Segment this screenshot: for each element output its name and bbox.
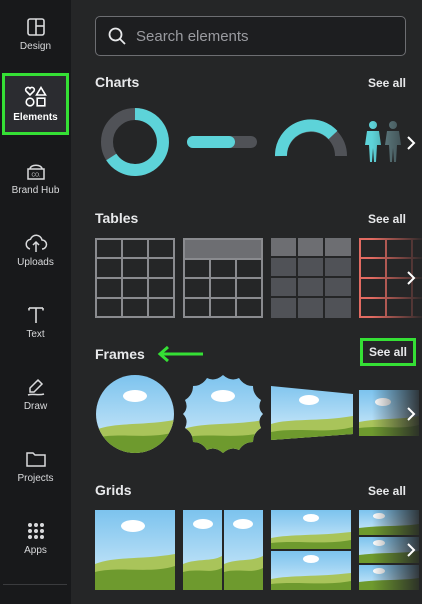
- sidebar-item-label: Apps: [24, 544, 47, 556]
- chevron-right-icon: [407, 271, 416, 285]
- chevron-right-icon: [407, 136, 416, 150]
- grid-two-row-thumbnail[interactable]: [271, 510, 351, 590]
- sidebar-item-elements[interactable]: Elements: [2, 73, 69, 135]
- cloud-upload-icon: [24, 233, 48, 253]
- search-icon: [108, 27, 126, 45]
- grid-two-column-thumbnail[interactable]: [183, 510, 263, 590]
- sidebar-item-draw[interactable]: Draw: [0, 364, 71, 424]
- charts-next-button[interactable]: [400, 106, 422, 180]
- search-input[interactable]: [136, 27, 396, 45]
- folder-icon: [25, 449, 47, 469]
- sidebar-item-brand-hub[interactable]: CO. Brand Hub: [0, 148, 71, 208]
- progress-bar-thumbnail[interactable]: [187, 134, 257, 150]
- svg-text:CO.: CO.: [31, 172, 40, 178]
- gauge-chart-thumbnail[interactable]: [275, 116, 347, 160]
- apps-grid-icon: [26, 521, 46, 541]
- grids-row: [95, 510, 422, 590]
- sidebar-item-design[interactable]: Design: [0, 4, 71, 64]
- elements-panel: Charts See all Tab: [71, 0, 422, 604]
- sidebar-item-projects[interactable]: Projects: [0, 436, 71, 496]
- table-thumbnail-grid[interactable]: [95, 238, 175, 318]
- sidebar-divider: [3, 584, 67, 585]
- layout-icon: [26, 17, 46, 37]
- sidebar-item-label: Uploads: [17, 256, 54, 268]
- frames-next-button[interactable]: [400, 374, 422, 454]
- sidebar: Design Elements CO. Brand Hub Uploads Te…: [0, 0, 71, 604]
- table-thumbnail-filled[interactable]: [271, 238, 351, 318]
- draw-icon: [25, 377, 47, 397]
- sidebar-item-text[interactable]: Text: [0, 292, 71, 352]
- sidebar-item-label: Draw: [23, 400, 48, 412]
- sidebar-item-label: Text: [26, 328, 45, 340]
- sidebar-item-uploads[interactable]: Uploads: [0, 220, 71, 280]
- circle-frame-thumbnail[interactable]: [95, 374, 175, 454]
- see-all-frames-link[interactable]: See all: [359, 338, 416, 366]
- frames-row: [95, 374, 422, 454]
- sidebar-item-label: Elements: [13, 111, 58, 123]
- section-title-charts: Charts: [95, 74, 140, 90]
- sidebar-item-label: Brand Hub: [11, 184, 60, 196]
- donut-chart-thumbnail[interactable]: [99, 106, 171, 178]
- sidebar-item-label: Design: [19, 40, 52, 52]
- sidebar-item-label: Projects: [17, 472, 54, 484]
- search-box[interactable]: [95, 16, 406, 56]
- tables-row: [95, 238, 422, 318]
- grid-single-thumbnail[interactable]: [95, 510, 175, 590]
- section-title-grids: Grids: [95, 482, 132, 498]
- chevron-right-icon: [407, 543, 416, 557]
- shapes-icon: [24, 85, 48, 108]
- table-thumbnail-header[interactable]: [183, 238, 263, 318]
- see-all-grids-link[interactable]: See all: [368, 484, 406, 498]
- app-root: Design Elements CO. Brand Hub Uploads Te…: [0, 0, 422, 604]
- tables-next-button[interactable]: [400, 238, 422, 318]
- scalloped-frame-thumbnail[interactable]: [181, 374, 265, 454]
- grids-next-button[interactable]: [400, 510, 422, 590]
- see-all-tables-link[interactable]: See all: [368, 212, 406, 226]
- perspective-frame-thumbnail[interactable]: [271, 382, 353, 440]
- charts-row: [95, 106, 422, 180]
- green-arrow-left-icon: [157, 345, 203, 363]
- chevron-right-icon: [407, 407, 416, 421]
- section-title-tables: Tables: [95, 210, 139, 226]
- see-all-charts-link[interactable]: See all: [368, 76, 406, 90]
- brand-icon: CO.: [25, 161, 47, 181]
- section-title-frames: Frames: [95, 346, 145, 362]
- sidebar-item-apps[interactable]: Apps: [0, 508, 71, 568]
- text-icon: [26, 305, 46, 325]
